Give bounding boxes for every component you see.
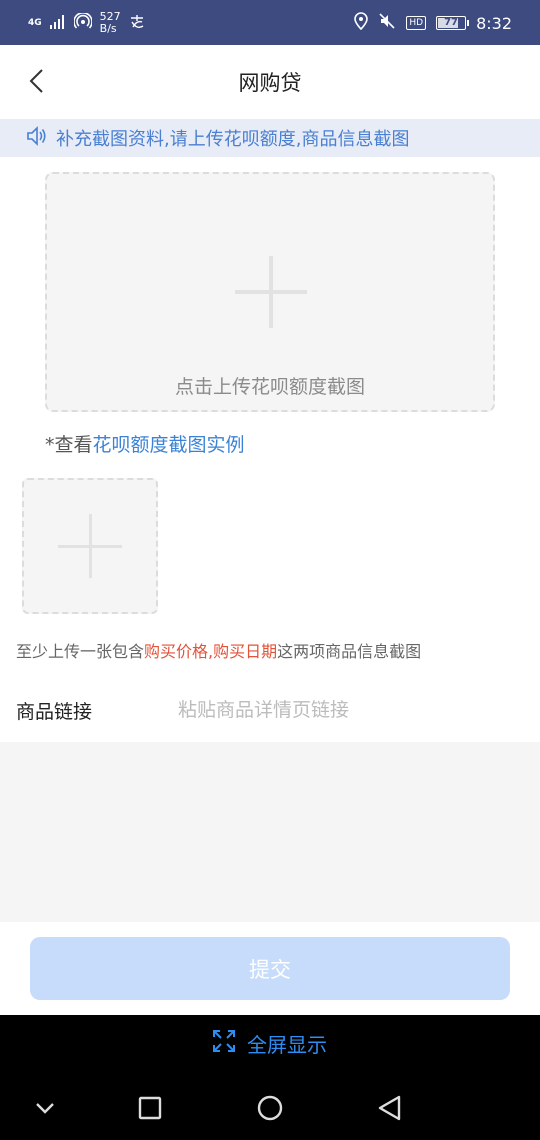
triangle-back-icon	[378, 1095, 401, 1121]
nav-hide-button[interactable]	[30, 1093, 60, 1123]
net-speed: 527 B/s	[100, 11, 121, 35]
app-notification-icon	[129, 14, 145, 33]
chevron-down-icon	[36, 1103, 54, 1114]
circle-icon	[257, 1095, 283, 1121]
battery-icon: 77	[436, 16, 470, 30]
upload-product-screenshot[interactable]	[22, 478, 158, 614]
signal-icon	[49, 14, 66, 32]
battery-level: 77	[444, 17, 459, 28]
clock: 8:32	[476, 13, 512, 33]
fullscreen-bar: 全屏显示	[0, 1015, 540, 1075]
page-title: 网购贷	[238, 71, 302, 95]
status-right: HD 77 8:32	[354, 8, 512, 38]
submit-area: 提交	[0, 922, 540, 1015]
hint-part2: 这两项商品信息截图	[277, 642, 422, 661]
status-bar: 4G 527 B/s HD 77 8:32	[0, 0, 540, 45]
example-link[interactable]: 花呗额度截图实例	[93, 434, 245, 456]
net-speed-unit: B/s	[99, 22, 117, 35]
nav-back-button[interactable]	[375, 1093, 405, 1123]
plus-icon	[58, 514, 122, 578]
hotspot-icon	[72, 11, 93, 34]
product-link-row: 商品链接	[0, 680, 540, 742]
plus-icon	[235, 256, 307, 328]
hint-highlight-date: 购买日期	[213, 642, 278, 661]
upload-hint: 至少上传一张包含购买价格,购买日期这两项商品信息截图	[16, 638, 421, 662]
location-icon	[354, 12, 369, 34]
hint-highlight-price: 购买价格,	[144, 642, 214, 661]
fullscreen-button[interactable]: 全屏显示	[0, 1029, 540, 1058]
notice-text: 补充截图资料,请上传花呗额度,商品信息截图	[56, 129, 410, 150]
expand-icon	[213, 1030, 235, 1057]
upload-main-label: 点击上传花呗额度截图	[174, 376, 365, 398]
fullscreen-label: 全屏显示	[247, 1033, 327, 1057]
network-type: 4G	[28, 18, 42, 28]
product-link-input[interactable]	[178, 692, 518, 728]
hd-icon: HD	[406, 16, 427, 30]
product-link-label: 商品链接	[16, 701, 93, 723]
upload-huabei-screenshot[interactable]: 点击上传花呗额度截图	[45, 172, 495, 412]
nav-home-button[interactable]	[255, 1093, 285, 1123]
notice-banner: 补充截图资料,请上传花呗额度,商品信息截图	[0, 119, 540, 157]
speaker-icon	[26, 125, 48, 151]
submit-button[interactable]: 提交	[30, 937, 510, 1000]
example-prefix: *查看	[45, 434, 93, 456]
header: 网购贷	[0, 45, 540, 118]
square-icon	[138, 1096, 162, 1120]
example-line: *查看花呗额度截图实例	[45, 430, 245, 457]
spacer	[0, 742, 540, 922]
hint-part1: 至少上传一张包含	[16, 642, 145, 661]
nav-recents-button[interactable]	[135, 1093, 165, 1123]
mute-icon	[378, 12, 396, 34]
status-left: 4G 527 B/s	[28, 8, 145, 38]
system-nav-bar	[0, 1075, 540, 1140]
